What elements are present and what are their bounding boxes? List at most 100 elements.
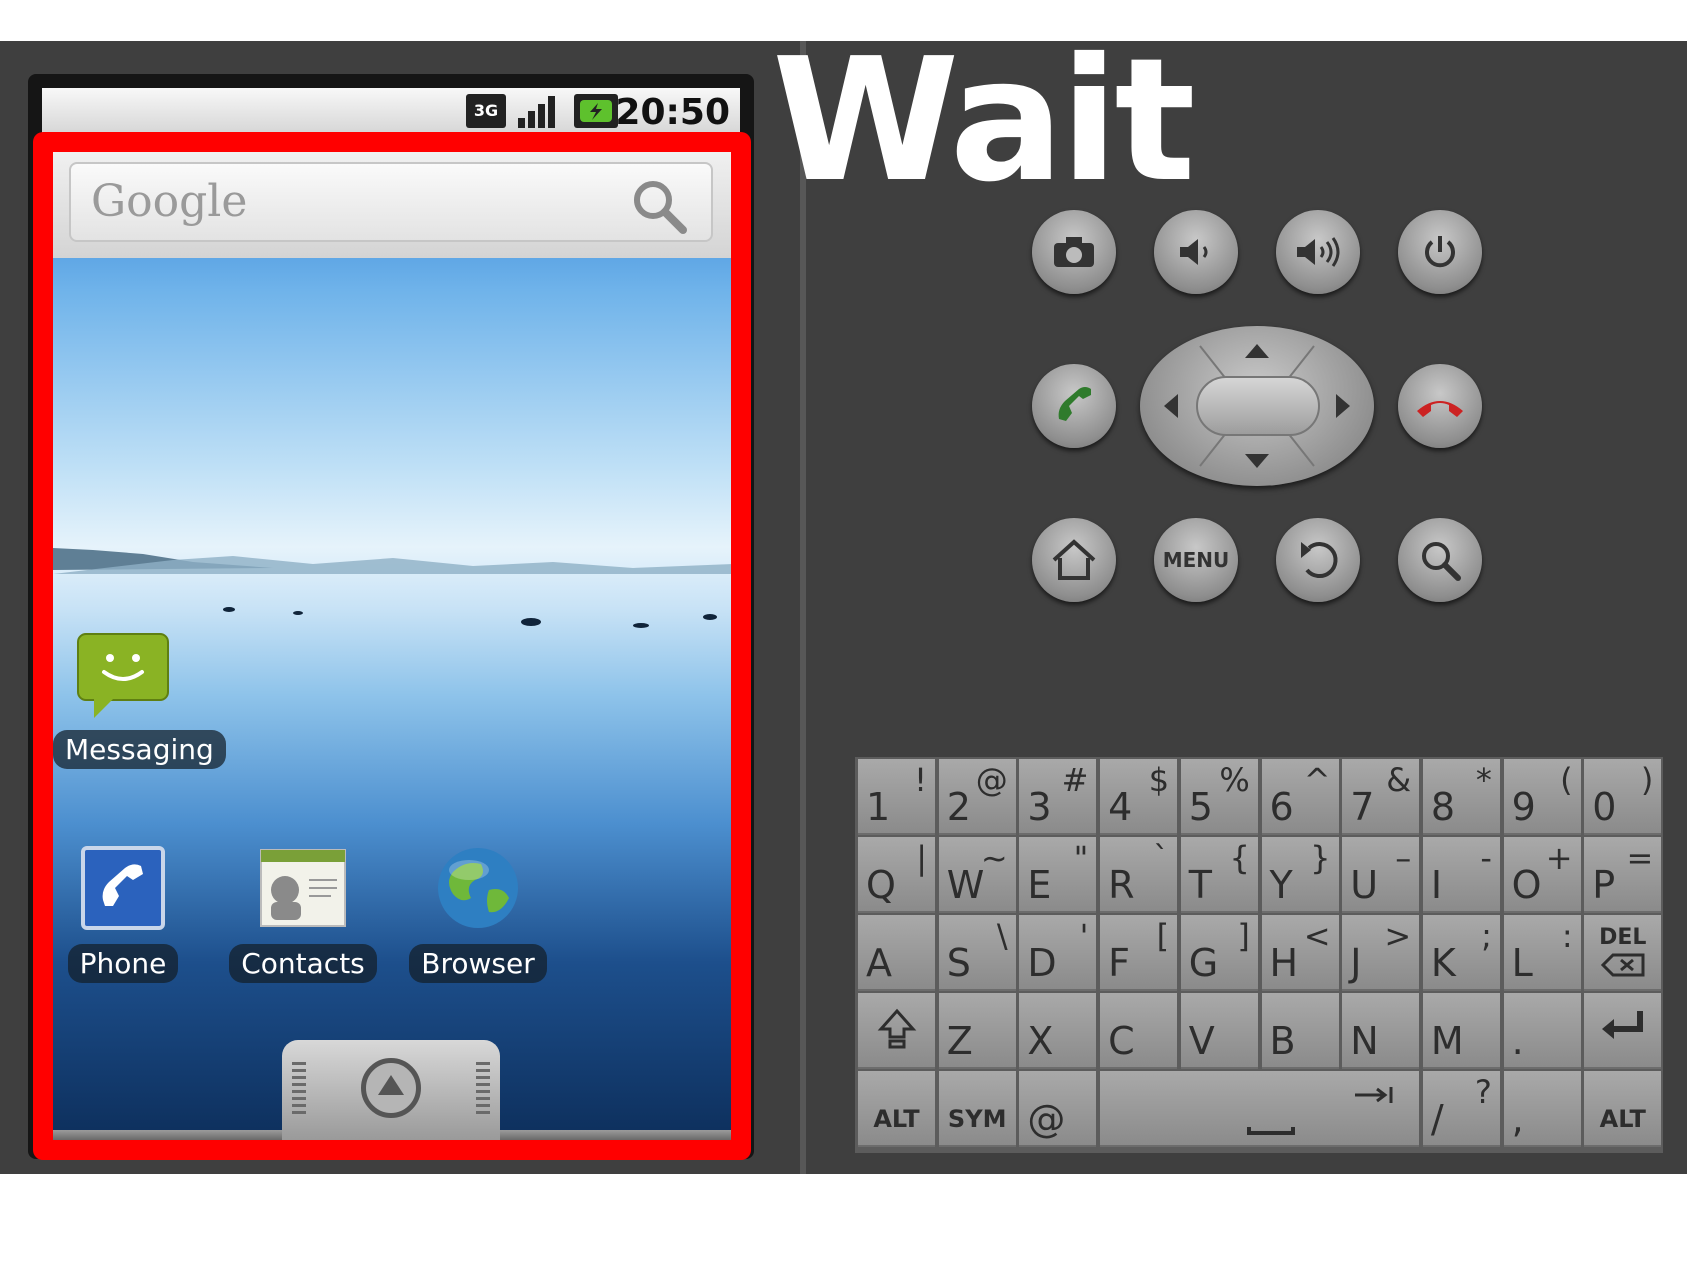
call-icon [1049, 381, 1099, 431]
key-sym[interactable]: SYM [938, 1071, 1016, 1147]
key-main-label: 9 [1511, 785, 1536, 829]
menu-button[interactable]: MENU [1154, 518, 1238, 602]
dpad-right-icon[interactable] [1334, 392, 1352, 424]
key-alt-label: [ [1156, 917, 1170, 955]
key-p[interactable]: P = [1584, 837, 1662, 913]
key-k[interactable]: K; [1422, 915, 1500, 991]
key-main-label: Z [946, 1019, 973, 1063]
key-alt-label: ! [914, 761, 927, 799]
key-b[interactable]: B [1261, 993, 1339, 1069]
key-c[interactable]: C [1100, 993, 1178, 1069]
key-t[interactable]: T{ [1180, 837, 1258, 913]
key-main-label: G [1188, 941, 1219, 985]
key-1[interactable]: 1! [858, 759, 935, 835]
key-y[interactable]: Y} [1261, 837, 1339, 913]
key-u[interactable]: U – [1342, 837, 1420, 913]
key-o[interactable]: O + [1503, 837, 1581, 913]
key-8[interactable]: 8 * [1422, 759, 1500, 835]
key-v[interactable]: V [1180, 993, 1258, 1069]
key-alt-label: * [1475, 761, 1492, 799]
key-at[interactable]: @ [1019, 1071, 1097, 1147]
key-d[interactable]: D ' [1019, 915, 1097, 991]
key-main-label: D [1027, 941, 1057, 985]
key-enter[interactable] [1584, 993, 1662, 1069]
key-alt-label: ( [1560, 761, 1573, 799]
dpad[interactable] [1140, 326, 1374, 486]
key-main-label: O [1511, 863, 1542, 907]
key-main-label: 7 [1350, 785, 1375, 829]
key-slash[interactable]: /? [1422, 1071, 1500, 1147]
key-alt-label: ) [1640, 761, 1654, 799]
key-alt-label: ~ [980, 839, 1008, 877]
key-m[interactable]: M [1422, 993, 1500, 1069]
home-button[interactable] [1032, 518, 1116, 602]
key-alt-label: \ [996, 917, 1008, 955]
highlight-box [33, 132, 751, 1160]
search-button[interactable] [1398, 518, 1482, 602]
key-0[interactable]: 0) [1584, 759, 1662, 835]
network-3g-icon: 3G [466, 94, 506, 128]
back-button[interactable] [1276, 518, 1360, 602]
key-label: ALT [873, 1105, 920, 1133]
key-5[interactable]: 5% [1180, 759, 1258, 835]
volume-down-button[interactable] [1154, 210, 1238, 294]
key-h[interactable]: H < [1261, 915, 1339, 991]
key-9[interactable]: 9( [1503, 759, 1581, 835]
key-l[interactable]: L: [1503, 915, 1581, 991]
key-j[interactable]: J > [1342, 915, 1420, 991]
key-r[interactable]: R ` [1100, 837, 1178, 913]
key-period[interactable]: . [1503, 993, 1581, 1069]
key-alt-label: { [1229, 839, 1250, 877]
dpad-center-button[interactable] [1196, 376, 1320, 436]
power-button[interactable] [1398, 210, 1482, 294]
key-i[interactable]: I- [1422, 837, 1500, 913]
volume-up-button[interactable] [1276, 210, 1360, 294]
key-n[interactable]: N [1342, 993, 1420, 1069]
key-alt-label: } [1310, 839, 1331, 877]
key-shift[interactable] [858, 993, 935, 1069]
camera-button[interactable] [1032, 210, 1116, 294]
dpad-left-icon[interactable] [1162, 392, 1180, 424]
key-e[interactable]: E " [1019, 837, 1097, 913]
key-2[interactable]: 2 @ [938, 759, 1016, 835]
key-alt-label: : [1561, 917, 1573, 955]
key-x[interactable]: X [1019, 993, 1097, 1069]
key-alt-left[interactable]: ALT [858, 1071, 935, 1147]
key-space[interactable] [1100, 1071, 1419, 1147]
key-main-label: E [1027, 863, 1052, 907]
key-alt-label: ' [1079, 917, 1089, 955]
key-main-label: J [1350, 941, 1362, 985]
key-label: ALT [1599, 1105, 1646, 1133]
end-call-button[interactable] [1398, 364, 1482, 448]
signal-icon [516, 94, 560, 128]
key-3[interactable]: 3 # [1019, 759, 1097, 835]
key-alt-label: ] [1237, 917, 1250, 955]
key-w[interactable]: W ~ [938, 837, 1016, 913]
key-f[interactable]: F[ [1100, 915, 1178, 991]
key-4[interactable]: 4 $ [1100, 759, 1178, 835]
key-alt-label: # [1061, 761, 1089, 799]
key-main-label: R [1108, 863, 1135, 907]
call-button[interactable] [1032, 364, 1116, 448]
dpad-down-icon[interactable] [1243, 452, 1271, 474]
space-icon [1100, 1085, 1419, 1149]
key-a[interactable]: A [858, 915, 935, 991]
status-time: 20:50 [615, 92, 730, 133]
key-s[interactable]: S \ [938, 915, 1016, 991]
key-label: SYM [947, 1105, 1007, 1133]
key-7[interactable]: 7 & [1342, 759, 1420, 835]
key-alt-right[interactable]: ALT [1584, 1071, 1662, 1147]
status-bar: 3G 20:50 [42, 88, 740, 134]
key-6[interactable]: 6 ^ [1261, 759, 1339, 835]
key-main-label: H [1269, 941, 1299, 985]
key-z[interactable]: Z [938, 993, 1016, 1069]
key-alt-label: ` [1153, 839, 1170, 877]
key-main-label: , [1511, 1097, 1524, 1141]
key-alt-label: > [1384, 917, 1412, 955]
key-q[interactable]: Q | [858, 837, 935, 913]
menu-label: MENU [1162, 548, 1230, 572]
key-g[interactable]: G] [1180, 915, 1258, 991]
key-comma[interactable]: , [1503, 1071, 1581, 1147]
dpad-up-icon[interactable] [1243, 342, 1271, 364]
key-delete[interactable]: DEL [1584, 915, 1662, 991]
